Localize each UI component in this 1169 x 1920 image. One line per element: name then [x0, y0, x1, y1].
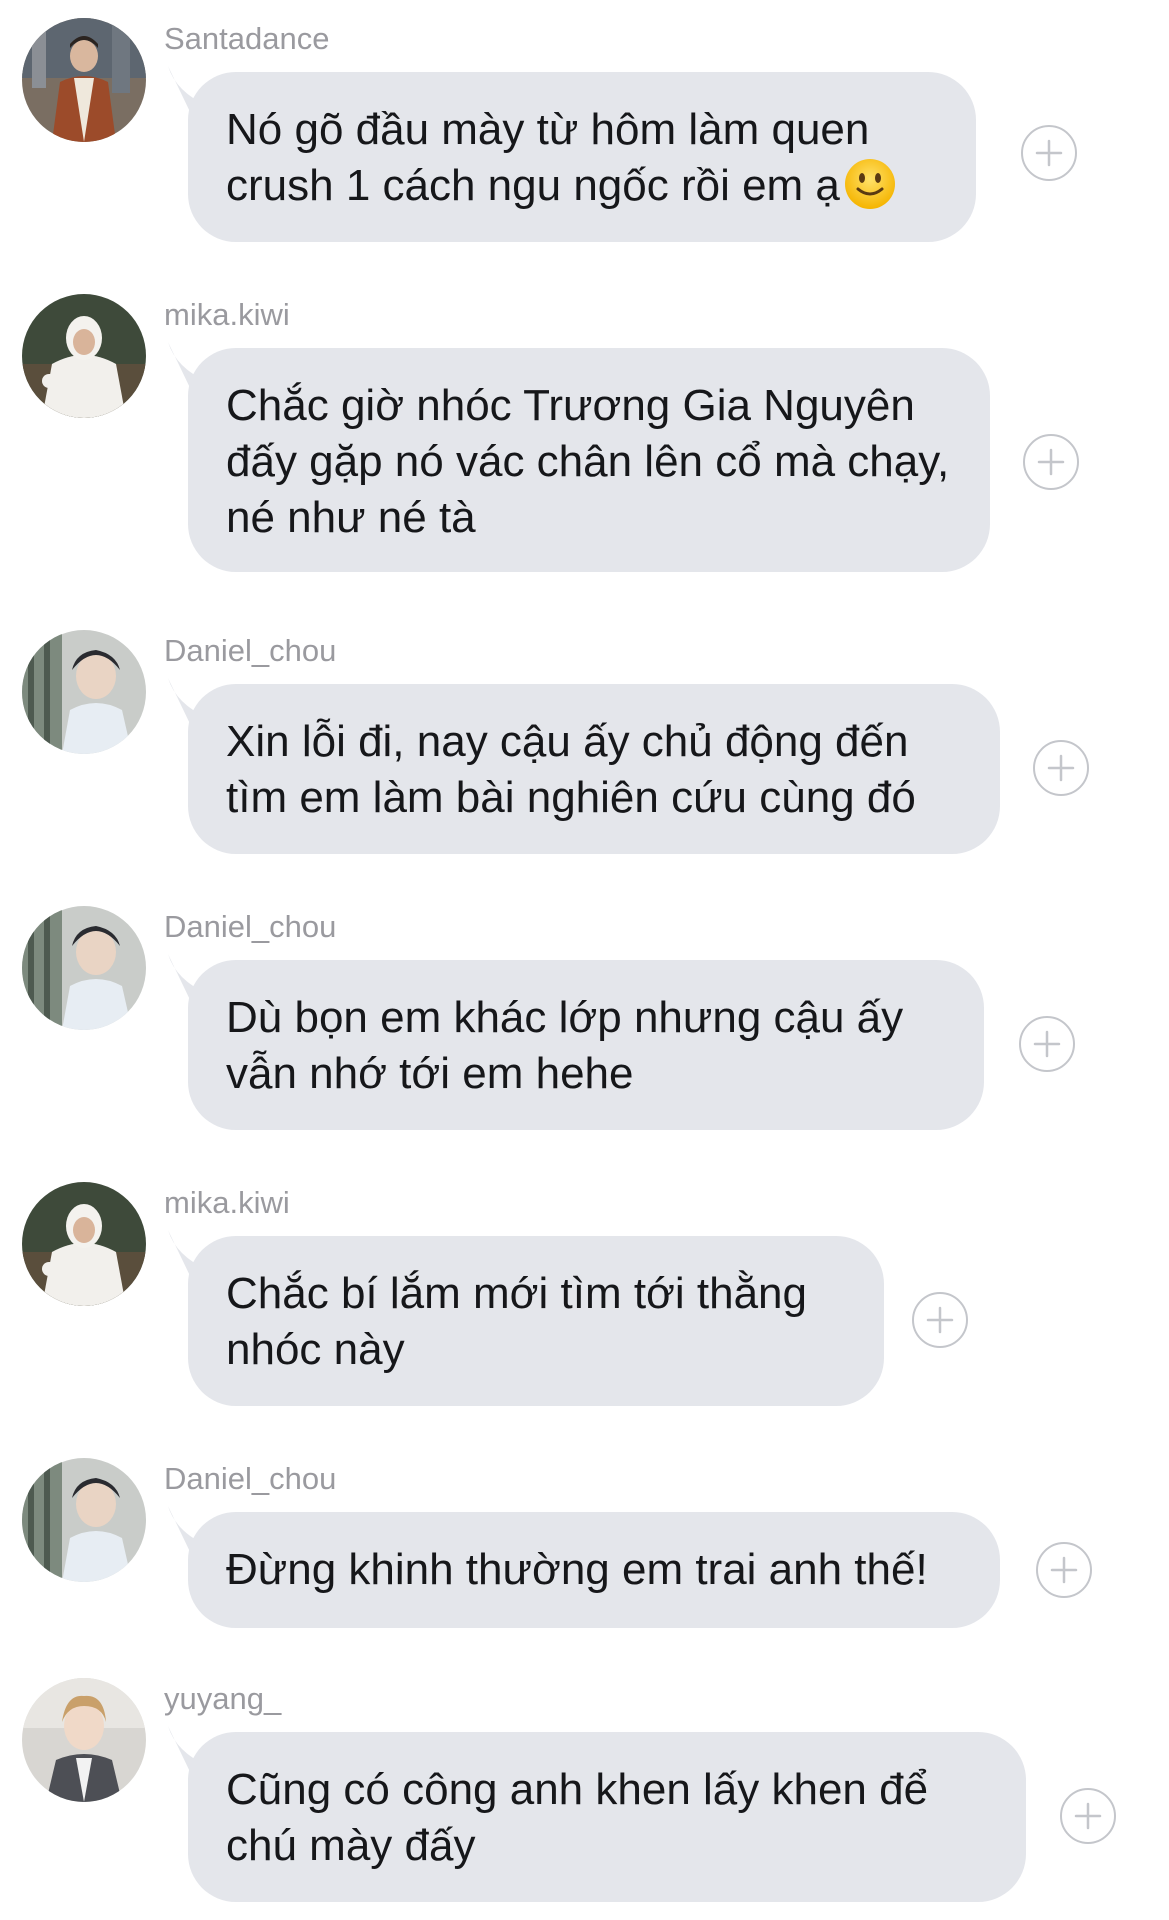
avatar-daniel-chou[interactable]	[22, 630, 146, 754]
avatar-daniel-chou[interactable]	[22, 906, 146, 1030]
username[interactable]: mika.kiwi	[164, 294, 290, 336]
username[interactable]: Santadance	[164, 18, 329, 60]
add-reaction-button[interactable]	[1023, 434, 1079, 490]
plus-icon	[1074, 1802, 1102, 1830]
plus-icon	[926, 1306, 954, 1334]
avatar-mika-kiwi[interactable]	[22, 1182, 146, 1306]
message-text: Chắc bí lắm mới tìm tới thằng nhóc này	[226, 1269, 808, 1374]
message-bubble[interactable]: Chắc giờ nhóc Trương Gia Nguyên đấy gặp …	[188, 348, 990, 572]
add-reaction-button[interactable]	[1036, 1542, 1092, 1598]
username[interactable]: mika.kiwi	[164, 1182, 290, 1224]
plus-icon	[1035, 139, 1063, 167]
message-bubble[interactable]: Dù bọn em khác lớp nhưng cậu ấy vẫn nhớ …	[188, 960, 984, 1130]
message-text: Chắc giờ nhóc Trương Gia Nguyên đấy gặp …	[226, 381, 950, 542]
avatar-yuyang[interactable]	[22, 1678, 146, 1802]
add-reaction-button[interactable]	[1021, 125, 1077, 181]
message-text: Dù bọn em khác lớp nhưng cậu ấy vẫn nhớ …	[226, 993, 904, 1098]
message-text: Đừng khinh thường em trai anh thế!	[226, 1545, 928, 1594]
avatar-santadance[interactable]	[22, 18, 146, 142]
slightly-smiling-face-icon	[844, 159, 895, 209]
add-reaction-button[interactable]	[1019, 1016, 1075, 1072]
username[interactable]: Daniel_chou	[164, 906, 336, 948]
message-text: Nó gõ đầu mày từ hôm làm quen crush 1 cá…	[226, 105, 870, 210]
message-bubble[interactable]: Xin lỗi đi, nay cậu ấy chủ động đến tìm …	[188, 684, 1000, 854]
avatar-daniel-chou[interactable]	[22, 1458, 146, 1582]
plus-icon	[1033, 1030, 1061, 1058]
username[interactable]: Daniel_chou	[164, 630, 336, 672]
plus-icon	[1047, 754, 1075, 782]
plus-icon	[1037, 448, 1065, 476]
add-reaction-button[interactable]	[912, 1292, 968, 1348]
avatar-mika-kiwi[interactable]	[22, 294, 146, 418]
message-bubble[interactable]: Chắc bí lắm mới tìm tới thằng nhóc này	[188, 1236, 884, 1406]
message-bubble[interactable]: Cũng có công anh khen lấy khen để chú mà…	[188, 1732, 1026, 1902]
plus-icon	[1050, 1556, 1078, 1584]
add-reaction-button[interactable]	[1033, 740, 1089, 796]
message-text: Cũng có công anh khen lấy khen để chú mà…	[226, 1765, 929, 1870]
add-reaction-button[interactable]	[1060, 1788, 1116, 1844]
username[interactable]: yuyang_	[164, 1678, 281, 1720]
message-bubble[interactable]: Đừng khinh thường em trai anh thế!	[188, 1512, 1000, 1628]
message-text: Xin lỗi đi, nay cậu ấy chủ động đến tìm …	[226, 717, 916, 822]
message-bubble[interactable]: Nó gõ đầu mày từ hôm làm quen crush 1 cá…	[188, 72, 976, 242]
username[interactable]: Daniel_chou	[164, 1458, 336, 1500]
